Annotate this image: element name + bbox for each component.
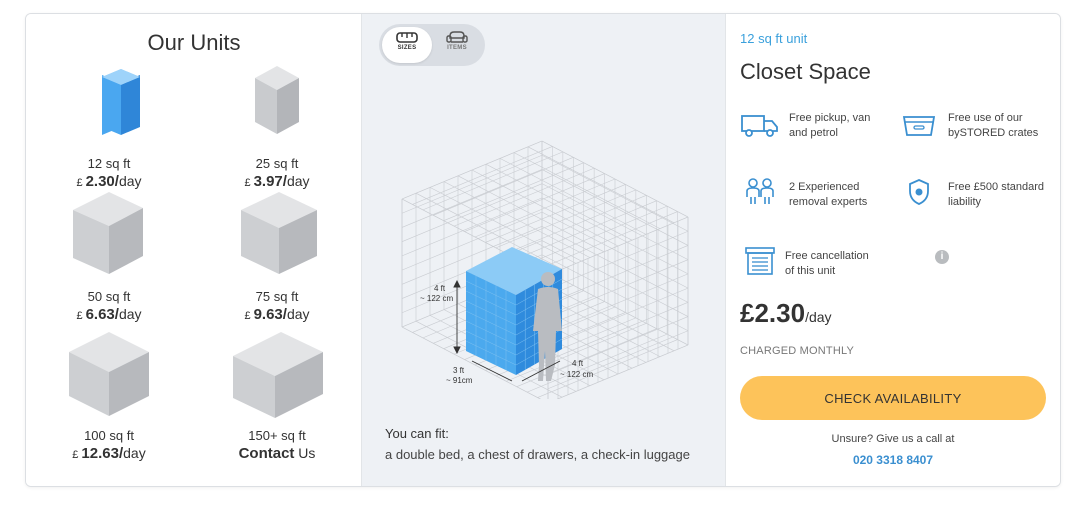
info-icon[interactable]: i [935,250,949,264]
isometric-unit-diagram: 4 ft ~ 122 cm 3 ft ~ 91cm 4 ft ~ 122 cm [401,140,689,399]
unit-price: £9.63/day [244,306,310,323]
fit-items: a double bed, a chest of drawers, a chec… [385,447,690,462]
check-availability-button[interactable]: CHECK AVAILABILITY [740,376,1046,420]
contact-us-link[interactable]: Contact Us [207,445,347,462]
unit-box-icon [233,332,323,418]
view-toggle[interactable]: SIZES ITEMS [379,24,485,66]
shield-icon [909,179,929,205]
feature-crates: Free use of our bySTORED crates [948,112,1039,139]
unit-box-icon [255,66,299,134]
units-panel: Our Units 12 sq ft £2.30/day 25 sq ft £3 [26,14,362,486]
unit-tag: 12 sq ft unit [740,31,808,46]
unit-100-sqft[interactable]: 100 sq ft £12.63/day [39,330,179,462]
people-icon [746,178,774,204]
depth-cm-label: ~ 122 cm [560,370,593,379]
unit-details-panel: 12 sq ft unit Closet Space Free pickup, … [726,14,1060,486]
feature-liability: Free £500 standard liability [948,181,1045,208]
unit-price: £2.30/day [76,173,142,190]
depth-ft-label: 4 ft [572,359,584,368]
unit-50-sqft[interactable]: 50 sq ft £6.63/day [39,190,179,323]
storage-door-icon [745,247,775,275]
unit-price: £3.97/day [244,173,310,190]
unit-box-icon [69,332,149,416]
unit-size-label: 150+ sq ft [248,428,306,443]
unit-box-icon [73,192,143,274]
armchair-icon [446,31,468,43]
phone-number-link[interactable]: 020 3318 8407 [740,453,1046,467]
charged-monthly-label: CHARGED MONTHLY [740,345,855,357]
unit-12-sqft[interactable]: 12 sq ft £2.30/day [39,69,179,190]
feature-experts: 2 Experienced removal experts [789,181,868,208]
units-title: Our Units [147,30,241,55]
unit-size-label: 25 sq ft [255,156,299,171]
unit-size-label: 50 sq ft [87,289,131,304]
tab-sizes-label: SIZES [397,45,417,51]
unit-price: £12.63/day [72,445,146,462]
unit-name: Closet Space [740,59,871,84]
tab-items-label: ITEMS [447,45,467,51]
crate-icon [902,116,936,136]
unit-visual-panel: SIZES ITEMS 4 ft ~ 122 cm 3 ft ~ 91cm 4 … [362,14,726,486]
fit-label: You can fit: [385,426,449,441]
unit-size-label: 100 sq ft [84,428,134,443]
feature-cancellation: Free cancellation of this unit i [785,249,965,279]
unit-price-large: £2.30/day [740,298,832,328]
width-cm-label: ~ 91cm [446,376,473,385]
van-icon [741,115,778,137]
ruler-icon [396,32,418,43]
unit-price: £6.63/day [76,306,142,323]
unit-box-selected-icon [102,69,140,135]
unit-size-label: 75 sq ft [255,289,299,304]
height-ft-label: 4 ft [434,284,446,293]
unit-75-sqft[interactable]: 75 sq ft £9.63/day [207,190,347,323]
feature-van: Free pickup, van and petrol [789,112,871,139]
unit-size-label: 12 sq ft [87,156,131,171]
width-ft-label: 3 ft [453,366,465,375]
tab-sizes[interactable]: SIZES [382,27,432,63]
height-cm-label: ~ 122 cm [420,294,453,303]
unit-25-sqft[interactable]: 25 sq ft £3.97/day [207,66,347,190]
unit-box-icon [241,192,317,274]
unit-150-plus-sqft[interactable]: 150+ sq ft Contact Us [207,330,347,462]
unsure-text: Unsure? Give us a call at [831,433,955,445]
tab-items[interactable]: ITEMS [432,27,482,63]
unit-selector-card: Our Units 12 sq ft £2.30/day 25 sq ft £3 [25,13,1061,487]
